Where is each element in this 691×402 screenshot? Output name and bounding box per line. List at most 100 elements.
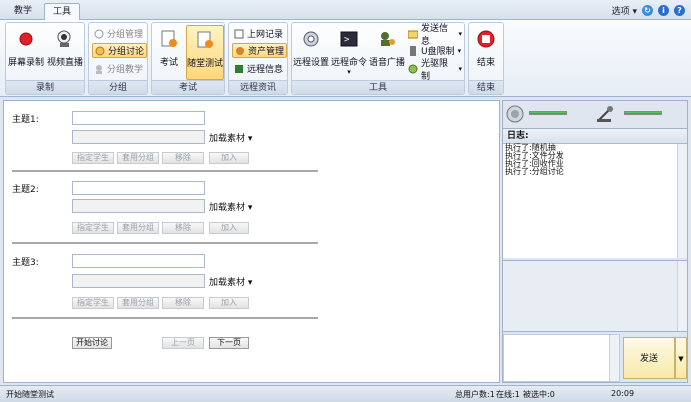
group-end: 结束 结束 bbox=[468, 22, 504, 95]
group-teach-icon bbox=[94, 64, 104, 74]
ribbon: 屏幕录制 视频直播 录制 分组管理 分组讨论 分组教学 分组 考试 随堂测试 考… bbox=[0, 20, 691, 97]
speaker-icon[interactable] bbox=[506, 105, 524, 126]
top-right-controls: 选项 ▾ ↻ i ? bbox=[612, 3, 685, 17]
chevron-down-icon: ▾ bbox=[347, 68, 351, 76]
microphone-volume-meter[interactable] bbox=[624, 111, 662, 115]
info-icon[interactable]: i bbox=[658, 4, 669, 16]
group-teach-button[interactable]: 分组教学 bbox=[92, 61, 145, 76]
tab-tools[interactable]: 工具 bbox=[44, 3, 81, 20]
chevron-down-icon: ▾ bbox=[457, 46, 462, 55]
group-tools: 远程设置 > 远程命令 ▾ 语音广播 发送信息 ▾ U盘限制 ▾ 光驱限制 ▾ … bbox=[291, 22, 465, 95]
screen-record-button[interactable]: 屏幕录制 bbox=[8, 25, 44, 80]
group-exam: 考试 随堂测试 考试 bbox=[151, 22, 225, 95]
send-message-button[interactable]: 发送信息 ▾ bbox=[406, 24, 464, 47]
prev-page-button[interactable]: 上一页 bbox=[162, 337, 204, 349]
log-scrollbar[interactable] bbox=[677, 144, 687, 258]
chat-scrollbar[interactable] bbox=[677, 261, 687, 331]
refresh-icon[interactable]: ↻ bbox=[642, 4, 653, 16]
web-log-icon bbox=[234, 29, 244, 39]
asset-manage-button[interactable]: 资产管理 bbox=[232, 43, 287, 58]
remote-info-icon bbox=[234, 64, 244, 74]
group-record: 屏幕录制 视频直播 录制 bbox=[5, 22, 85, 95]
terminal-icon: > bbox=[339, 29, 359, 49]
cdrom-limit-button[interactable]: 光驱限制 ▾ bbox=[406, 59, 464, 82]
tab-teaching[interactable]: 教学 bbox=[6, 3, 40, 20]
separator bbox=[12, 317, 318, 319]
speaker-volume-meter[interactable] bbox=[529, 111, 567, 115]
send-dropdown-button[interactable]: ▼ bbox=[675, 337, 687, 379]
end-button[interactable]: 结束 bbox=[471, 25, 501, 80]
topic-1-title-input[interactable] bbox=[72, 111, 205, 125]
separator bbox=[12, 242, 318, 244]
topic-1-add-button[interactable]: 加入 bbox=[209, 152, 249, 164]
voice-broadcast-button[interactable]: 语音广播 bbox=[369, 25, 405, 80]
topic-2-assign-student-button[interactable]: 指定学生 bbox=[72, 222, 114, 234]
group-end-label: 结束 bbox=[469, 80, 503, 94]
group-tools-label: 工具 bbox=[292, 80, 464, 94]
help-icon[interactable]: ? bbox=[674, 4, 685, 16]
group-exam-label: 考试 bbox=[152, 80, 224, 94]
group-remote-info: 上网记录 资产管理 远程信息 远程资讯 bbox=[228, 22, 288, 95]
next-page-button[interactable]: 下一页 bbox=[209, 337, 249, 349]
quiz-icon bbox=[195, 30, 215, 50]
input-scrollbar[interactable] bbox=[609, 335, 619, 381]
topic-2-load-material[interactable]: 加载素材 ▾ bbox=[209, 200, 252, 213]
chevron-down-icon: ▾ bbox=[458, 64, 462, 73]
quiz-button[interactable]: 随堂测试 bbox=[186, 25, 224, 80]
exam-icon bbox=[159, 29, 179, 49]
discussion-panel: 主题1: 加载素材 ▾ 指定学生 套用分组 移除 加入 主题2: 加载素材 ▾ … bbox=[3, 100, 500, 383]
exam-button[interactable]: 考试 bbox=[154, 25, 184, 80]
web-log-button[interactable]: 上网记录 bbox=[232, 26, 285, 41]
topic-1-assign-student-button[interactable]: 指定学生 bbox=[72, 152, 114, 164]
topic-2-remove-button[interactable]: 移除 bbox=[162, 222, 204, 234]
topic-1-load-material[interactable]: 加载素材 ▾ bbox=[209, 131, 252, 144]
topic-3-apply-group-button[interactable]: 套用分组 bbox=[117, 297, 159, 309]
topic-3-title-input[interactable] bbox=[72, 254, 205, 268]
remote-command-button[interactable]: > 远程命令 ▾ bbox=[330, 25, 368, 80]
disc-icon bbox=[408, 64, 418, 74]
status-text: 开始随堂测试 bbox=[6, 390, 54, 399]
status-bar: 开始随堂测试 总用户数:1 在线:1 被选中:0 20:09 bbox=[0, 385, 691, 402]
tab-strip: 教学 工具 选项 ▾ ↻ i ? bbox=[0, 0, 691, 20]
group-discuss-icon bbox=[95, 46, 105, 56]
topic-2-label: 主题2: bbox=[12, 185, 39, 195]
remote-info-button[interactable]: 远程信息 bbox=[232, 61, 285, 76]
record-icon bbox=[16, 29, 36, 49]
topic-2-add-button[interactable]: 加入 bbox=[209, 222, 249, 234]
topic-1-material-input[interactable] bbox=[72, 130, 205, 144]
options-menu[interactable]: 选项 ▾ bbox=[612, 4, 637, 17]
message-input[interactable] bbox=[503, 334, 620, 382]
svg-text:>: > bbox=[344, 35, 350, 45]
status-users-total: 总用户数:1 bbox=[455, 390, 495, 399]
envelope-icon bbox=[407, 29, 419, 39]
topic-2-material-input[interactable] bbox=[72, 199, 205, 213]
group-grouping-label: 分组 bbox=[89, 80, 147, 94]
video-live-button[interactable]: 视频直播 bbox=[46, 25, 84, 80]
status-online: 在线:1 bbox=[496, 390, 520, 399]
topic-3-assign-student-button[interactable]: 指定学生 bbox=[72, 297, 114, 309]
topic-1-apply-group-button[interactable]: 套用分组 bbox=[117, 152, 159, 164]
topic-3-remove-button[interactable]: 移除 bbox=[162, 297, 204, 309]
start-discussion-button[interactable]: 开始讨论 bbox=[72, 337, 112, 349]
status-selected: 被选中:0 bbox=[523, 390, 555, 399]
send-button[interactable]: 发送 bbox=[623, 337, 675, 379]
topic-2-apply-group-button[interactable]: 套用分组 bbox=[117, 222, 159, 234]
right-panel: 日志: 执行了:随机抽 执行了:文件分发 执行了:回收作业 执行了:分组讨论 发… bbox=[502, 100, 688, 383]
group-remote-info-label: 远程资讯 bbox=[229, 80, 287, 94]
remote-settings-button[interactable]: 远程设置 bbox=[293, 25, 329, 80]
topic-1-label: 主题1: bbox=[12, 115, 39, 125]
group-manage-button[interactable]: 分组管理 bbox=[92, 26, 145, 41]
topic-2-title-input[interactable] bbox=[72, 181, 205, 195]
topic-3-load-material[interactable]: 加载素材 ▾ bbox=[209, 275, 252, 288]
topic-3-material-input[interactable] bbox=[72, 274, 205, 288]
log-box: 日志: 执行了:随机抽 执行了:文件分发 执行了:回收作业 执行了:分组讨论 bbox=[503, 128, 687, 258]
topic-3-add-button[interactable]: 加入 bbox=[209, 297, 249, 309]
group-manage-icon bbox=[94, 29, 104, 39]
log-line: 执行了:分组讨论 bbox=[505, 167, 564, 176]
separator bbox=[12, 170, 318, 172]
group-discuss-button[interactable]: 分组讨论 bbox=[92, 43, 147, 58]
microphone-icon[interactable] bbox=[595, 104, 615, 127]
group-grouping: 分组管理 分组讨论 分组教学 分组 bbox=[88, 22, 148, 95]
asset-manage-icon bbox=[235, 46, 245, 56]
topic-1-remove-button[interactable]: 移除 bbox=[162, 152, 204, 164]
